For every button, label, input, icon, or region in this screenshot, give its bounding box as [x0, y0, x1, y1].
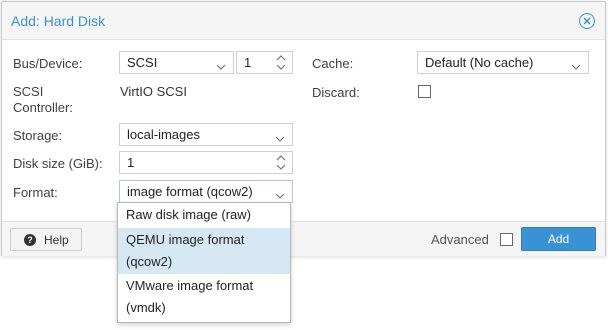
- dialog-footer: ? Help Advanced Add: [2, 221, 605, 256]
- discard-label: Discard:: [312, 85, 360, 100]
- chevron-down-icon: [275, 130, 285, 145]
- format-select-value: image format (qcow2): [127, 184, 253, 199]
- chevron-down-icon: [216, 58, 226, 73]
- bus-select[interactable]: SCSI: [119, 51, 234, 74]
- storage-label: Storage:: [13, 128, 63, 143]
- cache-select[interactable]: Default (No cache): [417, 51, 589, 74]
- help-button[interactable]: ? Help: [10, 228, 82, 251]
- chevron-down-icon: [275, 187, 285, 202]
- format-option-qcow2[interactable]: QEMU image format (qcow2): [118, 228, 290, 274]
- format-option-raw[interactable]: Raw disk image (raw): [118, 203, 290, 228]
- spinner-arrows-icon[interactable]: [276, 154, 286, 174]
- help-circle-icon: ?: [24, 234, 36, 246]
- chevron-down-icon: [571, 58, 581, 73]
- device-number-field[interactable]: 1: [236, 51, 293, 74]
- add-hard-disk-dialog: Add: Hard Disk Bus/Device: SCSI 1 SCSI C…: [1, 1, 606, 256]
- disk-size-field[interactable]: 1: [119, 151, 293, 174]
- format-option-label: Raw disk image (raw): [126, 207, 251, 222]
- disk-size-value: 1: [127, 155, 135, 170]
- bus-device-label: Bus/Device:: [13, 56, 83, 71]
- storage-select-value: local-images: [127, 127, 200, 142]
- close-icon[interactable]: [579, 13, 595, 29]
- advanced-checkbox[interactable]: [500, 233, 513, 246]
- disk-size-label: Disk size (GiB):: [13, 156, 103, 171]
- discard-checkbox[interactable]: [418, 85, 431, 98]
- add-button[interactable]: Add: [521, 227, 596, 251]
- format-option-label: VMware image format: [126, 278, 254, 293]
- scsi-controller-label-line2: Controller:: [13, 100, 73, 115]
- format-dropdown-list: Raw disk image (raw) QEMU image format (…: [117, 202, 291, 323]
- format-option-label-ext: (qcow2): [126, 254, 173, 269]
- dialog-title: Add: Hard Disk: [11, 13, 106, 29]
- scsi-controller-label-line1: SCSI: [13, 84, 44, 99]
- advanced-label: Advanced: [431, 232, 489, 247]
- dialog-titlebar: Add: Hard Disk: [2, 2, 605, 40]
- spinner-arrows-icon[interactable]: [276, 54, 286, 74]
- scsi-controller-value: VirtIO SCSI: [120, 84, 187, 99]
- bus-select-value: SCSI: [127, 55, 158, 70]
- format-option-label-ext: (vmdk): [126, 300, 166, 315]
- format-option-vmdk[interactable]: VMware image format (vmdk): [118, 274, 290, 322]
- format-option-label: QEMU image format: [126, 232, 245, 247]
- help-button-label: Help: [44, 233, 69, 247]
- cache-label: Cache:: [312, 56, 354, 71]
- storage-select[interactable]: local-images: [119, 123, 293, 146]
- cache-select-value: Default (No cache): [425, 55, 534, 70]
- format-label: Format:: [13, 185, 58, 200]
- device-number-value: 1: [244, 55, 252, 70]
- format-select[interactable]: image format (qcow2): [119, 180, 293, 203]
